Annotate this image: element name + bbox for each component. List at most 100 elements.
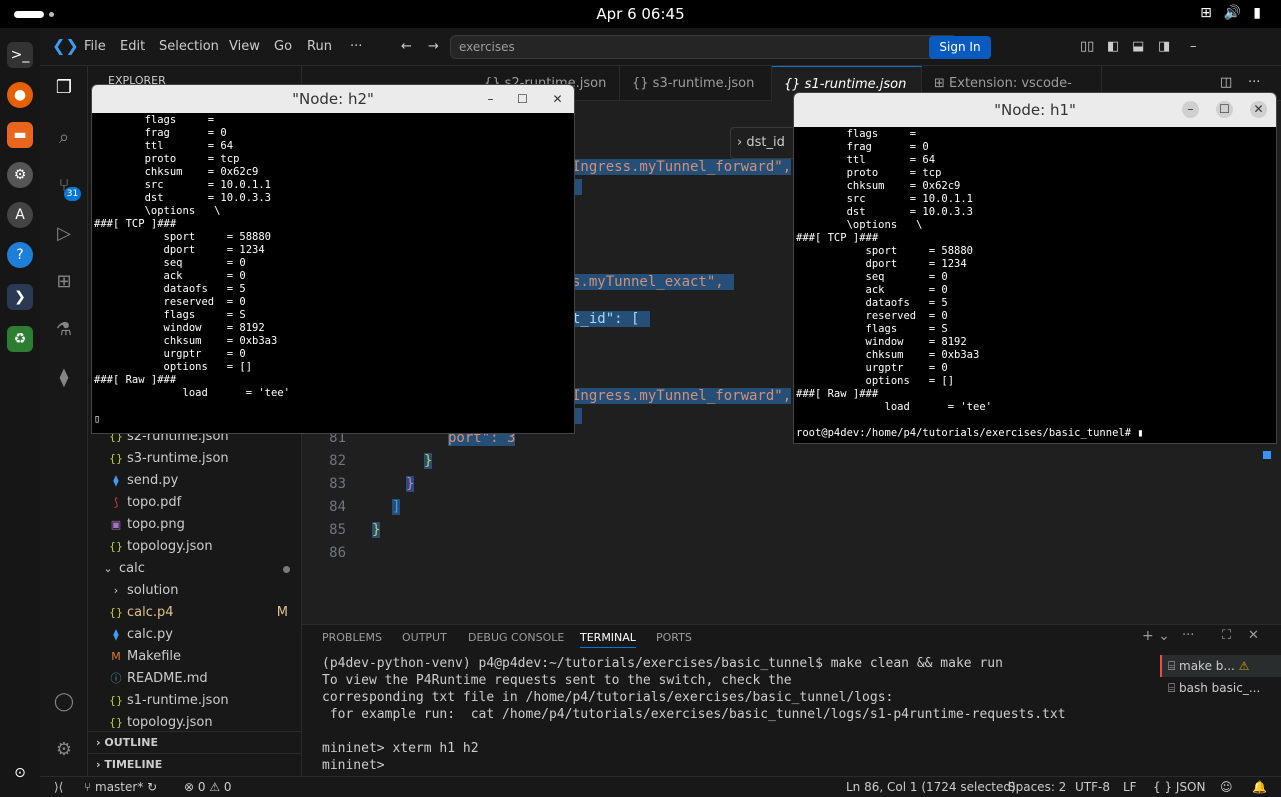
copilot-icon[interactable]: ☺ [1220, 780, 1233, 794]
indentation[interactable]: Spaces: 2 [1008, 780, 1066, 794]
file-item[interactable]: M Makefile [108, 646, 288, 668]
minimize-icon[interactable]: – [482, 91, 499, 108]
tab-ports[interactable]: PORTS [656, 631, 692, 644]
branch-status[interactable]: ⑂ master* ↻ [84, 780, 157, 794]
panel-more-icon[interactable]: ··· [1182, 628, 1194, 643]
line-ending[interactable]: LF [1123, 780, 1137, 794]
menu-more[interactable]: ··· [350, 39, 362, 54]
explorer-icon[interactable]: ❐ [52, 76, 76, 100]
forward-arrow-icon[interactable]: → [428, 39, 439, 54]
run-debug-icon[interactable]: ▷ [52, 222, 76, 246]
problems-status[interactable]: ⊗ 0 ⚠ 0 [184, 780, 232, 794]
xterm-output[interactable]: flags = frag = 0 ttl = 64 proto = tcp ch… [794, 127, 1276, 441]
line-number: 86 [329, 545, 346, 561]
remote-icon[interactable]: ⟩⟨ [54, 780, 63, 794]
vscode-app-icon[interactable]: ❯ [7, 284, 33, 310]
files-icon[interactable]: ▬ [7, 122, 33, 148]
file-item[interactable]: {} s3-runtime.json [108, 448, 288, 470]
xterm-output[interactable]: flags = frag = 0 ttl = 64 proto = tcp ch… [92, 113, 574, 427]
settings-app-icon[interactable]: ⚙ [7, 162, 33, 188]
account-icon[interactable]: ◯ [52, 690, 76, 714]
file-type-icon: M [111, 650, 121, 663]
clock[interactable]: Apr 6 06:45 [0, 5, 1281, 23]
file-item[interactable]: ⟆ topo.pdf [108, 492, 288, 514]
xterm-titlebar[interactable]: "Node: h2" – ☐ ✕ [92, 85, 574, 113]
toggle-panel-icon[interactable]: ⬓ [1132, 39, 1144, 54]
sign-in-button[interactable]: Sign In [929, 36, 991, 59]
python-icon[interactable]: ⧫ [52, 366, 76, 390]
new-terminal-icon[interactable]: + ⌄ [1142, 628, 1170, 644]
notifications-icon[interactable]: 🔔 [1252, 780, 1267, 794]
file-item[interactable]: {} topology.json [108, 536, 288, 558]
timeline-section[interactable]: › TIMELINE [88, 753, 302, 775]
code-fragment: s.myTunnel_exact", [572, 274, 734, 290]
tab-terminal[interactable]: TERMINAL [580, 631, 636, 648]
file-item[interactable]: ⌄ calc [100, 558, 290, 580]
terminal-item-make[interactable]: ⌸ make b... ⚠ [1160, 655, 1281, 677]
trash-icon[interactable]: ♻ [7, 326, 33, 352]
file-item[interactable]: › solution [108, 580, 288, 602]
maximize-panel-icon[interactable]: ⛶ [1222, 628, 1231, 643]
file-name: topo.pdf [127, 495, 182, 510]
xterm-window-h2[interactable]: "Node: h2" – ☐ ✕ flags = frag = 0 ttl = … [91, 84, 575, 434]
tab-s3-runtime[interactable]: {} s3-runtime.json [620, 66, 772, 101]
app-grid-icon[interactable]: ⊙ [7, 760, 33, 786]
minimize-icon[interactable]: – [1182, 101, 1199, 118]
testing-icon[interactable]: ⚗ [52, 318, 76, 342]
terminal-app-icon[interactable]: >_ [7, 42, 33, 68]
close-icon[interactable]: ✕ [549, 91, 566, 108]
file-item[interactable]: {} calc.p4 M [108, 602, 288, 624]
cursor-position[interactable]: Ln 86, Col 1 (1724 selected) [846, 780, 1016, 794]
toggle-secondary-sidebar-icon[interactable]: ◨ [1158, 39, 1170, 54]
split-editor-icon[interactable]: ◫ [1220, 75, 1232, 90]
error-count: 0 [197, 780, 206, 794]
search-icon[interactable]: ⌕ [52, 126, 76, 150]
file-item[interactable]: {} s1-runtime.json [108, 690, 288, 712]
maximize-icon[interactable]: ☐ [1216, 101, 1233, 118]
menu-run[interactable]: Run [307, 39, 332, 54]
file-item[interactable]: ⧫ calc.py [108, 624, 288, 646]
menu-file[interactable]: File [84, 39, 106, 54]
terminal-icon: ⌸ [1168, 659, 1180, 673]
firefox-icon[interactable]: ● [7, 82, 33, 108]
help-icon[interactable]: ? [7, 242, 33, 268]
close-panel-icon[interactable]: ✕ [1248, 628, 1259, 643]
minimize-icon[interactable]: – [1190, 39, 1197, 54]
close-icon[interactable]: ✕ [1250, 101, 1267, 118]
extensions-icon[interactable]: ⊞ [52, 270, 76, 294]
menu-view[interactable]: View [229, 39, 260, 54]
file-item[interactable]: ⓘ README.md [108, 668, 288, 690]
code-line: } [424, 453, 433, 469]
maximize-icon[interactable]: ☐ [514, 91, 531, 108]
tab-debug-console[interactable]: DEBUG CONSOLE [468, 631, 564, 644]
software-icon[interactable]: A [7, 202, 33, 228]
file-name: solution [127, 583, 179, 598]
language-mode[interactable]: { } JSON [1153, 780, 1205, 794]
back-arrow-icon[interactable]: ← [401, 39, 412, 54]
layout-icon[interactable]: ▯▯ [1080, 39, 1094, 54]
menu-edit[interactable]: Edit [120, 39, 145, 54]
file-item[interactable]: ▣ topo.png [108, 514, 288, 536]
manage-gear-icon[interactable]: ⚙ [52, 738, 76, 762]
command-center[interactable]: exercises [450, 35, 958, 59]
code-fragment: Ingress.myTunnel_forward", [572, 159, 792, 175]
outline-section[interactable]: › OUTLINE [88, 731, 302, 753]
window-title: "Node: h1" [994, 101, 1076, 119]
toggle-sidebar-icon[interactable]: ◧ [1107, 39, 1119, 54]
system-tray[interactable]: ⊞ 🔊 ▮ [1200, 5, 1261, 21]
sticky-breadcrumb[interactable]: › dst_id [730, 127, 800, 159]
menu-selection[interactable]: Selection [159, 39, 219, 54]
tab-output[interactable]: OUTPUT [402, 631, 447, 644]
file-item[interactable]: ⧫ send.py [108, 470, 288, 492]
minimap-marker [1263, 451, 1271, 459]
tab-problems[interactable]: PROBLEMS [322, 631, 382, 644]
xterm-titlebar[interactable]: "Node: h1" – ☐ ✕ [794, 93, 1276, 127]
more-actions-icon[interactable]: ··· [1248, 75, 1260, 90]
xterm-window-h1[interactable]: "Node: h1" – ☐ ✕ flags = frag = 0 ttl = … [793, 92, 1277, 444]
terminal-item-bash[interactable]: ⌸ bash basic_... [1160, 677, 1281, 699]
encoding[interactable]: UTF-8 [1075, 780, 1110, 794]
file-name: calc [119, 561, 145, 576]
terminal-output[interactable]: (p4dev-python-venv) p4@p4dev:~/tutorials… [322, 655, 1142, 774]
menu-go[interactable]: Go [274, 39, 292, 54]
file-name: calc.py [127, 627, 173, 642]
